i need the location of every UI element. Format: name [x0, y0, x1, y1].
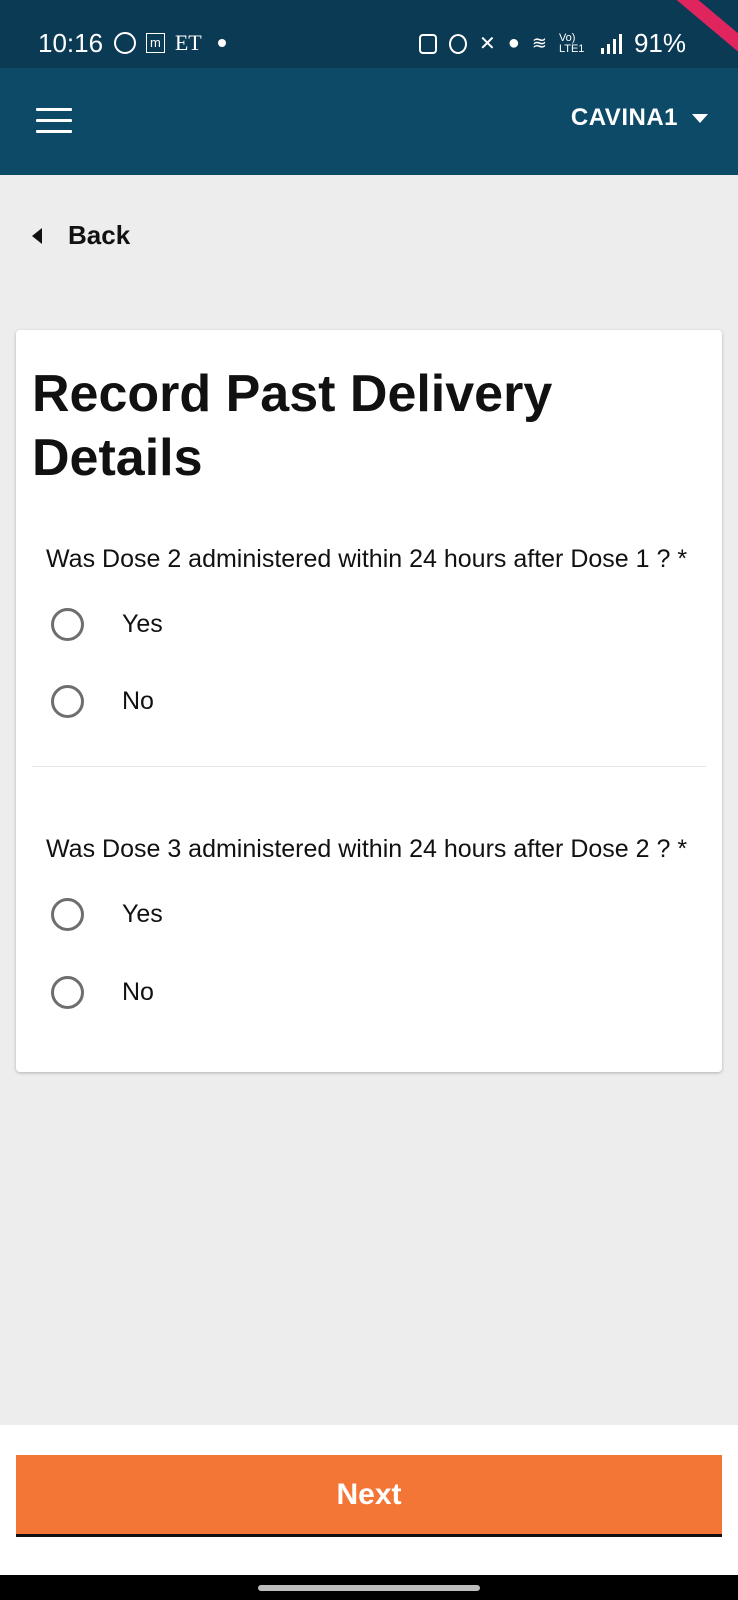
question-dose3: Was Dose 3 administered within 24 hours … — [46, 835, 688, 863]
divider — [32, 766, 706, 767]
carrier-text: ET — [174, 30, 202, 55]
bottom-action-bar: Next — [0, 1425, 738, 1575]
network-type: Vo) LTE1 — [558, 31, 585, 55]
status-left-icons: m ET — [114, 30, 226, 56]
signal-icon — [600, 33, 622, 54]
radio-label: Yes — [122, 610, 163, 638]
radio-button[interactable] — [51, 898, 84, 931]
system-nav-bar — [0, 1575, 738, 1600]
m-icon: m — [146, 33, 165, 53]
radio-label: No — [122, 978, 154, 1006]
app-bar: CAVINA1 — [0, 68, 738, 175]
radio-option-dose3-yes[interactable]: Yes — [51, 898, 163, 931]
notification-dot-icon — [217, 39, 226, 47]
whatsapp-icon — [114, 32, 136, 54]
menu-icon[interactable] — [36, 108, 72, 134]
status-bar: 10:16 m ET ✕ ● ≋ Vo) LTE1 91% — [0, 0, 738, 68]
chevron-left-icon — [32, 227, 42, 244]
location-icon: ● — [507, 32, 520, 54]
back-label: Back — [68, 220, 131, 250]
radio-option-dose3-no[interactable]: No — [51, 976, 154, 1009]
page-title: Record Past Delivery Details — [32, 365, 553, 487]
radio-label: Yes — [122, 900, 163, 928]
wifi-icon: ≋ — [531, 33, 547, 53]
mute-icon: ✕ — [479, 33, 496, 55]
question-dose2: Was Dose 2 administered within 24 hours … — [46, 545, 688, 573]
radio-option-dose2-yes[interactable]: Yes — [51, 608, 163, 641]
alarm-icon — [449, 33, 467, 54]
account-dropdown[interactable]: CAVINA1 — [571, 104, 708, 132]
radio-label: No — [122, 687, 154, 715]
radio-button[interactable] — [51, 608, 84, 641]
radio-option-dose2-no[interactable]: No — [51, 685, 154, 718]
battery-level: 91% — [633, 28, 686, 58]
radio-button[interactable] — [51, 976, 84, 1009]
form-card: Record Past Delivery Details Was Dose 2 … — [16, 330, 722, 1072]
account-name: CAVINA1 — [570, 104, 678, 131]
gesture-handle[interactable] — [258, 1585, 480, 1591]
status-right-icons: ✕ ● ≋ Vo) LTE1 91% — [419, 28, 686, 59]
back-button[interactable]: Back — [32, 220, 130, 251]
radio-button[interactable] — [51, 685, 84, 718]
status-time: 10:16 — [38, 28, 104, 58]
battery-saver-icon — [419, 33, 437, 54]
next-button[interactable]: Next — [16, 1455, 722, 1537]
chevron-down-icon — [692, 113, 708, 123]
